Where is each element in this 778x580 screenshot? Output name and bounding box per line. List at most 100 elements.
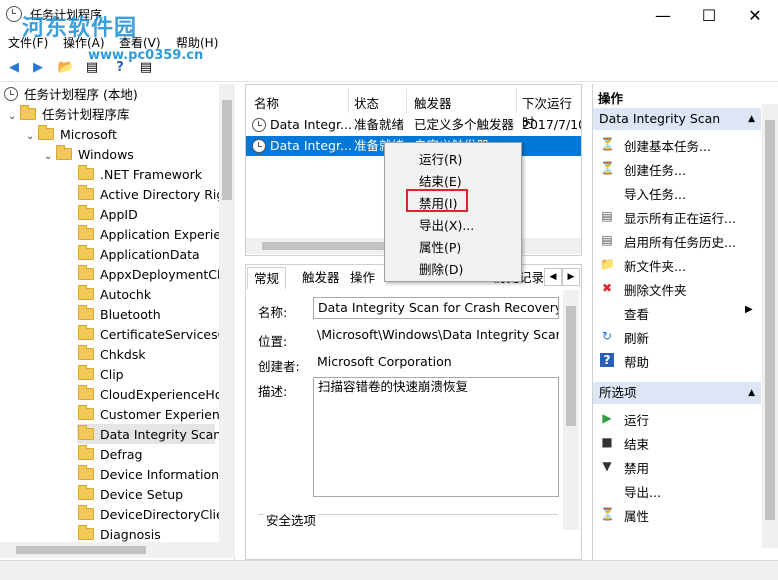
tree-folder-item[interactable]: ApplicationData <box>78 245 200 265</box>
delete-icon: ✖ <box>601 281 613 295</box>
tree-folder-item[interactable]: CloudExperienceHos <box>78 385 229 405</box>
action-item[interactable]: 删除文件夹 <box>624 280 687 299</box>
tree-microsoft[interactable]: ⌄ Microsoft <box>26 125 117 145</box>
tab-scroll-left-icon[interactable]: ◀ <box>544 268 562 286</box>
tab-general[interactable]: 常规 <box>247 267 287 289</box>
ctx-run[interactable]: 运行(R) <box>419 149 462 168</box>
chevron-down-icon[interactable]: ⌄ <box>8 107 20 127</box>
forward-arrow-icon[interactable]: ▶ <box>28 57 48 77</box>
menu-view[interactable]: 查看(V) <box>119 34 161 51</box>
column-trigger[interactable]: 触发器 <box>414 93 452 112</box>
show-hide-action-pane-icon[interactable]: ▤ <box>136 57 156 77</box>
import-icon <box>600 185 614 199</box>
action-item[interactable]: 启用所有任务历史... <box>624 232 736 251</box>
ctx-export[interactable]: 导出(X)... <box>419 215 474 234</box>
back-arrow-icon[interactable]: ◀ <box>4 57 24 77</box>
minimize-button[interactable]: — <box>640 0 686 30</box>
folder-icon <box>78 485 94 500</box>
tree-root[interactable]: 任务计划程序 (本地) <box>4 85 138 105</box>
close-button[interactable]: ✕ <box>732 0 778 30</box>
view-icon <box>600 305 614 319</box>
tree-folder-item[interactable]: Bluetooth <box>78 305 161 325</box>
name-label: 名称: <box>258 305 288 320</box>
list-hscroll-thumb[interactable] <box>262 242 402 250</box>
tree-folder-item[interactable]: Chkdsk <box>78 345 146 365</box>
folder-icon <box>78 405 94 420</box>
chevron-down-icon[interactable]: ⌄ <box>26 127 38 147</box>
column-status[interactable]: 状态 <box>354 93 379 112</box>
selected-action-item[interactable]: 导出... <box>624 482 661 501</box>
detail-scroll-thumb[interactable] <box>566 306 576 426</box>
run-icon: ▶ <box>602 411 612 425</box>
tree-folder-item[interactable]: Customer Experience <box>78 405 234 425</box>
action-item[interactable]: 刷新 <box>624 328 649 347</box>
action-item[interactable]: 帮助 <box>624 352 649 371</box>
menu-action[interactable]: 操作(A) <box>63 34 105 51</box>
tree-windows[interactable]: ⌄ Windows <box>44 145 134 165</box>
actions-section-selected[interactable]: 所选项 ▲ <box>593 382 761 404</box>
tree-folder-item[interactable]: Defrag <box>78 445 142 465</box>
tree-folder-item[interactable]: Application Experien <box>78 225 229 245</box>
tree-folder-item[interactable]: Active Directory Righ <box>78 185 232 205</box>
folder-icon <box>56 145 72 160</box>
tab-actions[interactable]: 操作 <box>344 267 381 289</box>
new-folder-icon: 📁 <box>600 257 615 271</box>
submenu-arrow-icon[interactable]: ▶ <box>745 304 753 315</box>
maximize-button[interactable]: ☐ <box>686 0 732 30</box>
tree-scroll-thumb[interactable] <box>222 100 232 200</box>
end-icon: ■ <box>601 435 613 449</box>
help-icon[interactable]: ? <box>110 57 130 77</box>
description-field[interactable]: 扫描容错卷的快速崩溃恢复 <box>313 377 559 497</box>
selected-action-item[interactable]: 结束 <box>624 434 649 453</box>
action-item[interactable]: 显示所有正在运行... <box>624 208 736 227</box>
ctx-delete[interactable]: 删除(D) <box>419 259 463 278</box>
tree-folder-item[interactable]: AppID <box>78 205 138 225</box>
folder-icon <box>78 265 94 280</box>
tree-folder-item[interactable]: Device Setup <box>78 485 183 505</box>
selected-action-item[interactable]: 属性 <box>624 506 649 525</box>
tab-scroll-right-icon[interactable]: ▶ <box>562 268 580 286</box>
tree-folder-item[interactable]: Device Information <box>78 465 219 485</box>
actions-section-task[interactable]: Data Integrity Scan ▲ <box>593 108 761 130</box>
folder-icon <box>78 285 94 300</box>
actions-scroll-thumb[interactable] <box>765 120 775 520</box>
action-item[interactable]: 查看 <box>624 304 649 323</box>
create-task-icon: ⏳ <box>600 161 615 175</box>
menu-help[interactable]: 帮助(H) <box>176 34 218 51</box>
disable-icon: ▼ <box>602 459 612 473</box>
action-item[interactable]: 导入任务... <box>624 184 686 203</box>
running-tasks-icon: ▤ <box>601 209 613 223</box>
collapse-icon[interactable]: ▲ <box>748 382 755 404</box>
folder-icon <box>78 185 94 200</box>
show-hide-tree-icon[interactable]: ▤ <box>82 57 102 77</box>
disable-highlight-box <box>406 189 468 212</box>
action-item[interactable]: 创建任务... <box>624 160 686 179</box>
collapse-icon[interactable]: ▲ <box>748 108 755 130</box>
selected-action-item[interactable]: 运行 <box>624 410 649 429</box>
folder-icon <box>78 345 94 360</box>
folder-icon <box>78 385 94 400</box>
tree-folder-item[interactable]: AppxDeploymentClie <box>78 265 232 285</box>
tree-folder-item[interactable]: .NET Framework <box>78 165 202 185</box>
action-item[interactable]: 创建基本任务... <box>624 136 711 155</box>
tab-triggers[interactable]: 触发器 <box>296 267 346 289</box>
column-name[interactable]: 名称 <box>254 93 279 112</box>
chevron-down-icon[interactable]: ⌄ <box>44 147 56 167</box>
name-field[interactable]: Data Integrity Scan for Crash Recovery <box>313 297 559 319</box>
history-icon: ▤ <box>601 233 613 247</box>
tree-hscroll-thumb[interactable] <box>16 546 146 554</box>
table-row[interactable]: Data Integr... 准备就绪 已定义多个触发器 2017/7/10 <box>246 115 581 135</box>
tree-folder-item[interactable]: Autochk <box>78 285 151 305</box>
tree-folder-item[interactable]: CertificateServicesCli <box>78 325 233 345</box>
status-bar <box>0 560 778 580</box>
action-item[interactable]: 新文件夹... <box>624 256 686 275</box>
tree-library[interactable]: ⌄ 任务计划程序库 <box>8 105 130 125</box>
tree-folder-item[interactable]: DeviceDirectoryClien <box>78 505 232 525</box>
ctx-end[interactable]: 结束(E) <box>419 171 462 190</box>
ctx-properties[interactable]: 属性(P) <box>419 237 461 256</box>
tree-folder-item[interactable]: Clip <box>78 365 124 385</box>
folder-up-icon[interactable]: 📂 <box>56 57 76 77</box>
selected-action-item[interactable]: 禁用 <box>624 458 649 477</box>
menu-file[interactable]: 文件(F) <box>8 34 48 51</box>
tree-folder-item[interactable]: Data Integrity Scan <box>78 425 221 445</box>
